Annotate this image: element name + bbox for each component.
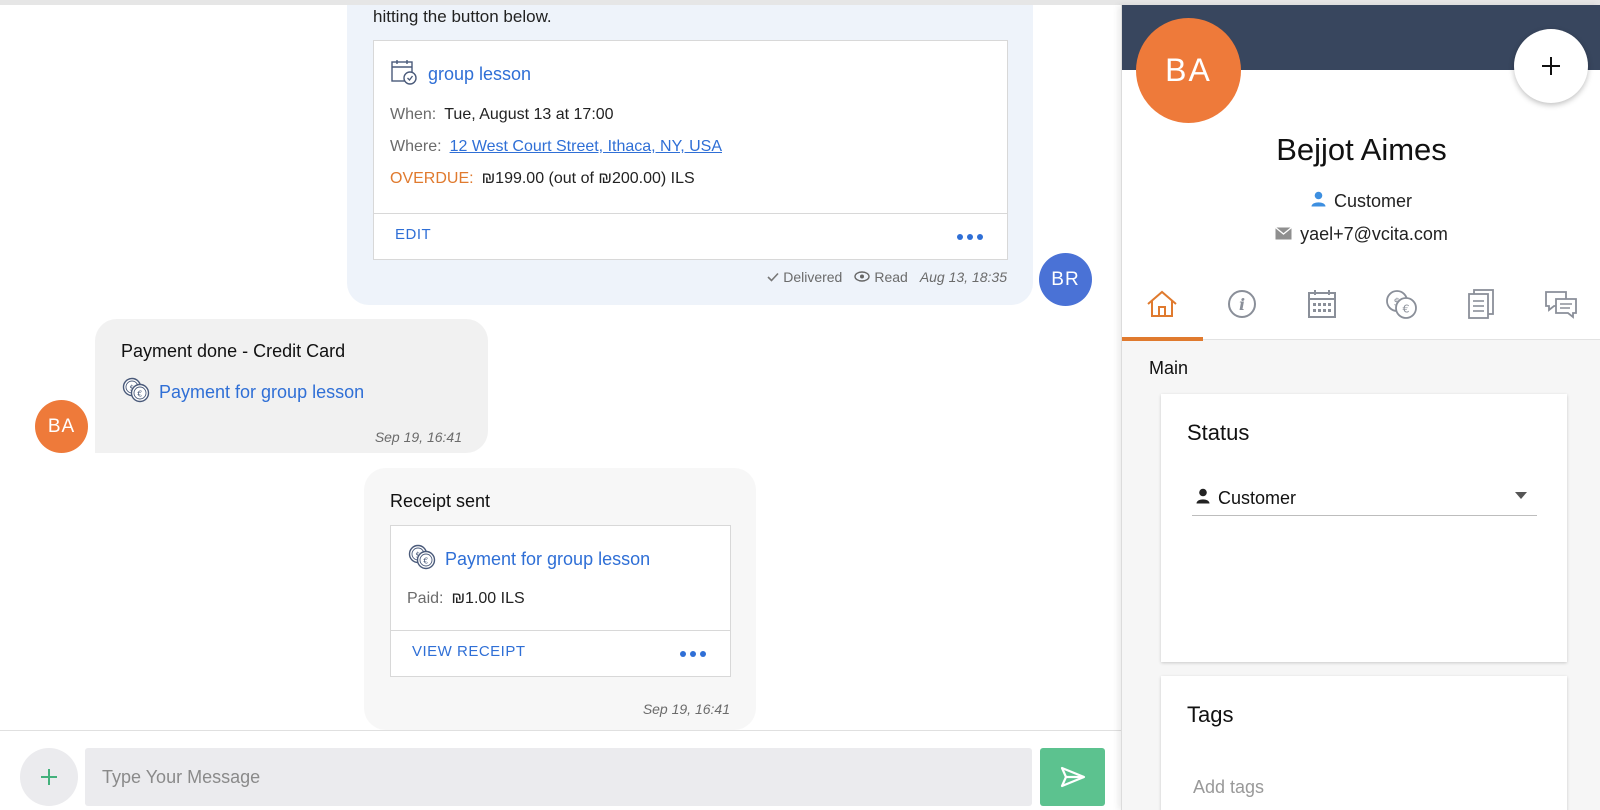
message-composer	[0, 730, 1121, 810]
status-dropdown[interactable]: Customer	[1192, 482, 1537, 516]
address-link[interactable]: 12 West Court Street, Ithaca, NY, USA	[450, 138, 722, 156]
tab-home[interactable]	[1122, 267, 1203, 341]
client-role: Customer	[1333, 191, 1413, 211]
edit-button[interactable]: EDIT	[395, 226, 431, 243]
calendar-icon	[390, 58, 418, 91]
svg-text:€: €	[137, 390, 142, 399]
appointment-card-footer: EDIT	[374, 213, 1007, 259]
tags-card: Tags	[1161, 676, 1567, 810]
message-timestamp: Sep 19, 16:41	[642, 701, 730, 717]
where-row: Where: 12 West Court Street, Ithaca, NY,…	[390, 138, 722, 156]
paid-label: Paid:	[407, 590, 444, 607]
status-card: Status Customer	[1161, 394, 1567, 662]
chevron-down-icon	[1515, 492, 1527, 499]
message-input[interactable]	[85, 748, 1032, 806]
appointment-message-bubble: hitting the button below. group lesson W	[347, 5, 1033, 305]
message-timestamp: Aug 13, 18:35	[919, 269, 1007, 285]
delivered-label: Delivered	[783, 269, 843, 285]
more-options-icon[interactable]	[680, 651, 706, 657]
client-panel: BA Bejjot Aimes Customer yael+7@vcita.co…	[1121, 5, 1600, 810]
client-name: Bejjot Aimes	[1276, 132, 1447, 167]
eye-icon	[854, 269, 871, 285]
overdue-amount: ₪199.00 (out of ₪200.00) ILS	[481, 170, 695, 187]
attach-button[interactable]	[20, 748, 78, 806]
send-icon	[1060, 766, 1085, 788]
view-receipt-button[interactable]: VIEW RECEIPT	[412, 643, 526, 660]
message-timestamp: Sep 19, 16:41	[374, 429, 462, 445]
more-options-icon[interactable]	[957, 234, 983, 240]
paid-row: Paid: ₪1.00 ILS	[407, 590, 525, 608]
receipt-link-row[interactable]: $ € Payment for group lesson	[407, 543, 650, 576]
calendar-icon	[1307, 289, 1336, 318]
tab-calendar[interactable]	[1282, 267, 1362, 340]
receipt-message-bubble: Receipt sent $ € Payment for group lesso…	[364, 468, 756, 730]
envelope-icon	[1275, 224, 1292, 245]
svg-text:€: €	[423, 557, 428, 566]
overdue-row: OVERDUE: ₪199.00 (out of ₪200.00) ILS	[390, 170, 695, 188]
add-action-button[interactable]	[1514, 29, 1588, 103]
tab-payments[interactable]: $ €	[1361, 267, 1441, 340]
payment-message-bubble: Payment done - Credit Card $ € Payment f…	[95, 319, 488, 453]
delivered-status: Delivered	[767, 269, 842, 285]
appointment-card: group lesson When: Tue, August 13 at 17:…	[373, 40, 1008, 260]
tab-messages[interactable]	[1521, 267, 1600, 340]
checkmark-icon	[767, 269, 779, 285]
plus-icon	[41, 769, 57, 785]
when-row: When: Tue, August 13 at 17:00	[390, 106, 614, 124]
person-icon	[1311, 191, 1326, 212]
tags-title: Tags	[1187, 702, 1234, 727]
client-email[interactable]: yael+7@vcita.com	[1300, 224, 1448, 245]
sender-avatar: BA	[35, 400, 88, 453]
message-meta: Delivered Read Aug 13, 18:35	[767, 269, 1007, 285]
client-avatar: BA	[1136, 18, 1241, 123]
where-label: Where:	[390, 138, 442, 155]
tab-info[interactable]: i	[1202, 267, 1282, 340]
svg-text:i: i	[1239, 295, 1245, 314]
when-value: Tue, August 13 at 17:00	[444, 106, 614, 123]
payments-icon: $ €	[1386, 289, 1418, 319]
read-status: Read	[854, 269, 908, 285]
receipt-payment-link[interactable]: Payment for group lesson	[445, 549, 650, 570]
chat-thread[interactable]: hitting the button below. group lesson W	[0, 5, 1121, 730]
send-button[interactable]	[1040, 748, 1105, 806]
overdue-label: OVERDUE:	[390, 170, 474, 187]
receipt-meta: Sep 19, 16:41	[643, 701, 730, 717]
documents-icon	[1468, 288, 1495, 319]
section-label: Main	[1149, 358, 1189, 378]
status-title: Status	[1187, 420, 1250, 445]
client-role-row: Customer	[1122, 191, 1600, 212]
message-text: hitting the button below.	[373, 7, 552, 26]
tab-documents[interactable]	[1441, 267, 1521, 340]
sender-avatar: BR	[1039, 253, 1092, 306]
svg-text:€: €	[1403, 302, 1410, 315]
payment-meta: Sep 19, 16:41	[375, 429, 462, 445]
payment-link[interactable]: Payment for group lesson	[159, 382, 364, 403]
when-label: When:	[390, 106, 437, 123]
tags-input[interactable]	[1193, 777, 1533, 798]
info-icon: i	[1227, 289, 1256, 318]
paid-amount: ₪1.00 ILS	[451, 590, 525, 607]
payment-link-row[interactable]: $ € Payment for group lesson	[121, 376, 364, 409]
receipt-title: Receipt sent	[390, 491, 491, 511]
receipt-card-footer: VIEW RECEIPT	[391, 630, 730, 676]
home-icon	[1147, 290, 1177, 317]
messages-icon	[1545, 290, 1577, 319]
payment-title: Payment done - Credit Card	[121, 341, 346, 361]
coins-icon: $ €	[121, 376, 151, 409]
receipt-card: $ € Payment for group lesson Paid: ₪1.00…	[390, 525, 731, 677]
appointment-title-link[interactable]: group lesson	[428, 64, 531, 85]
read-label: Read	[874, 269, 908, 285]
coins-icon: $ €	[407, 543, 437, 576]
client-email-row: yael+7@vcita.com	[1122, 224, 1600, 245]
plus-icon	[1542, 57, 1560, 75]
client-tabs: i $ €	[1122, 267, 1600, 341]
status-selected-value: Customer	[1218, 488, 1297, 508]
person-icon	[1196, 488, 1210, 509]
appointment-title-row[interactable]: group lesson	[390, 58, 531, 91]
